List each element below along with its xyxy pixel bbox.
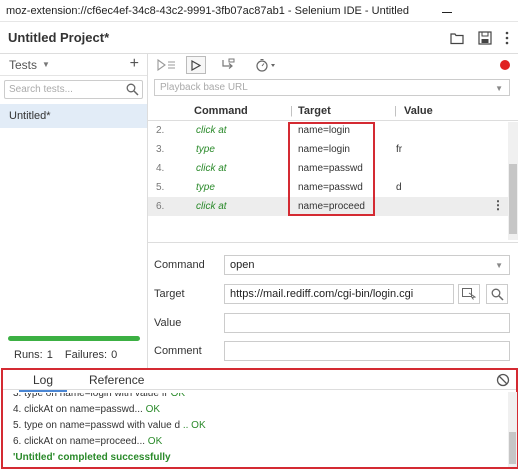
log-text: 6. clickAt on name=proceed...	[13, 436, 146, 447]
row-command: click at	[196, 163, 227, 174]
chevron-down-icon[interactable]: ▼	[42, 60, 50, 69]
log-scrollbar[interactable]	[508, 392, 517, 467]
add-test-button[interactable]: +	[130, 55, 139, 73]
commands-scrollbar[interactable]	[508, 122, 518, 240]
row-command: click at	[196, 125, 227, 136]
select-target-button[interactable]	[458, 284, 480, 304]
row-command: click at	[196, 201, 227, 212]
column-divider: |	[394, 105, 397, 117]
row-number: 4.	[156, 163, 165, 174]
row-command: type	[196, 182, 215, 193]
value-column-header: Value	[404, 105, 433, 117]
log-text: 4. clickAt on name=passwd...	[13, 404, 143, 415]
scrollbar-thumb[interactable]	[509, 432, 516, 464]
commands-grid-header: Command | Target | Value	[148, 103, 518, 121]
comment-field[interactable]	[224, 341, 510, 361]
runs-count: 1	[46, 349, 53, 361]
command-label: Command	[154, 259, 205, 271]
log-ok: .. OK	[180, 420, 206, 431]
log-panel: Log Reference 3. type on name=login with…	[1, 368, 518, 469]
more-options-icon[interactable]	[499, 30, 515, 46]
target-field[interactable]	[224, 284, 454, 304]
run-progress-bar	[8, 336, 140, 341]
tab-reference[interactable]: Reference	[89, 373, 144, 387]
playback-toolbar	[148, 54, 518, 76]
window-title: moz-extension://cf6ec4ef-34c8-43c2-9991-…	[6, 4, 410, 17]
command-editor: Command ▼ Target Value Comment	[148, 242, 518, 368]
runs-label: Runs:	[14, 349, 43, 361]
log-ok: OK	[145, 436, 163, 447]
record-button[interactable]	[500, 60, 510, 70]
base-url-input[interactable]	[160, 82, 480, 93]
search-tests-field[interactable]	[4, 80, 143, 99]
scrollbar-thumb[interactable]	[509, 164, 517, 234]
row-command: type	[196, 144, 215, 155]
tests-header: Tests ▼ +	[0, 54, 147, 76]
window-titlebar: moz-extension://cf6ec4ef-34c8-43c2-9991-…	[0, 0, 518, 22]
log-ok: OK	[142, 404, 161, 415]
row-number: 2.	[156, 125, 165, 136]
log-tabs: Log Reference	[3, 370, 516, 392]
main-panel: ▼ Command | Target | Value 2. click at n…	[148, 54, 518, 368]
log-line: 6. clickAt on name=proceed... OK	[13, 436, 162, 447]
target-label: Target	[154, 288, 185, 300]
project-name[interactable]: Untitled Project*	[8, 30, 109, 45]
log-completed-message: 'Untitled' completed successfully	[13, 452, 171, 463]
value-input[interactable]	[230, 317, 509, 329]
minimize-button[interactable]	[438, 3, 456, 19]
command-select[interactable]: ▼	[224, 255, 510, 275]
failures-count: 0	[111, 349, 118, 361]
save-icon[interactable]	[477, 30, 493, 46]
value-label: Value	[154, 317, 182, 329]
tests-sidebar: Tests ▼ + Untitled* Runs:1 Failures:0	[0, 54, 148, 368]
column-divider: |	[290, 105, 293, 117]
step-over-icon[interactable]	[218, 56, 238, 74]
search-icon	[126, 83, 139, 99]
base-url-field[interactable]: ▼	[154, 79, 510, 96]
row-number: 5.	[156, 182, 165, 193]
run-current-test-icon[interactable]	[186, 56, 206, 74]
row-number: 3.	[156, 144, 165, 155]
comment-input[interactable]	[230, 345, 509, 357]
run-all-tests-icon[interactable]	[156, 56, 178, 74]
chevron-down-icon[interactable]: ▼	[495, 84, 503, 93]
comment-label: Comment	[154, 345, 202, 357]
log-line: 5. type on name=passwd with value d .. O…	[13, 420, 206, 431]
run-stats: Runs: 1 Failures: 0	[14, 349, 121, 361]
command-input[interactable]	[230, 259, 509, 271]
chevron-down-icon[interactable]: ▼	[495, 261, 503, 270]
clear-log-icon[interactable]	[496, 373, 510, 390]
row-number: 6.	[156, 201, 165, 212]
command-column-header: Command	[194, 105, 248, 117]
value-field[interactable]	[224, 313, 510, 333]
project-bar: Untitled Project*	[0, 22, 518, 54]
row-value: fr	[396, 144, 403, 155]
tab-log[interactable]: Log	[18, 373, 68, 392]
row-menu-icon[interactable]: ⋮	[492, 198, 504, 212]
tests-dropdown[interactable]: Tests	[9, 58, 37, 72]
test-item-untitled[interactable]: Untitled*	[0, 104, 147, 128]
row-value: d	[396, 182, 402, 193]
find-target-button[interactable]	[486, 284, 508, 304]
open-folder-icon[interactable]	[449, 30, 465, 46]
target-input[interactable]	[230, 288, 453, 300]
failures-label: Failures:	[64, 349, 108, 361]
log-line: 4. clickAt on name=passwd... OK	[13, 404, 160, 415]
target-column-header: Target	[298, 105, 331, 117]
speed-timer-icon[interactable]	[252, 56, 280, 74]
log-text: 5. type on name=passwd with value d	[13, 420, 181, 431]
target-highlight-box	[288, 122, 375, 216]
search-tests-input[interactable]	[9, 84, 119, 95]
